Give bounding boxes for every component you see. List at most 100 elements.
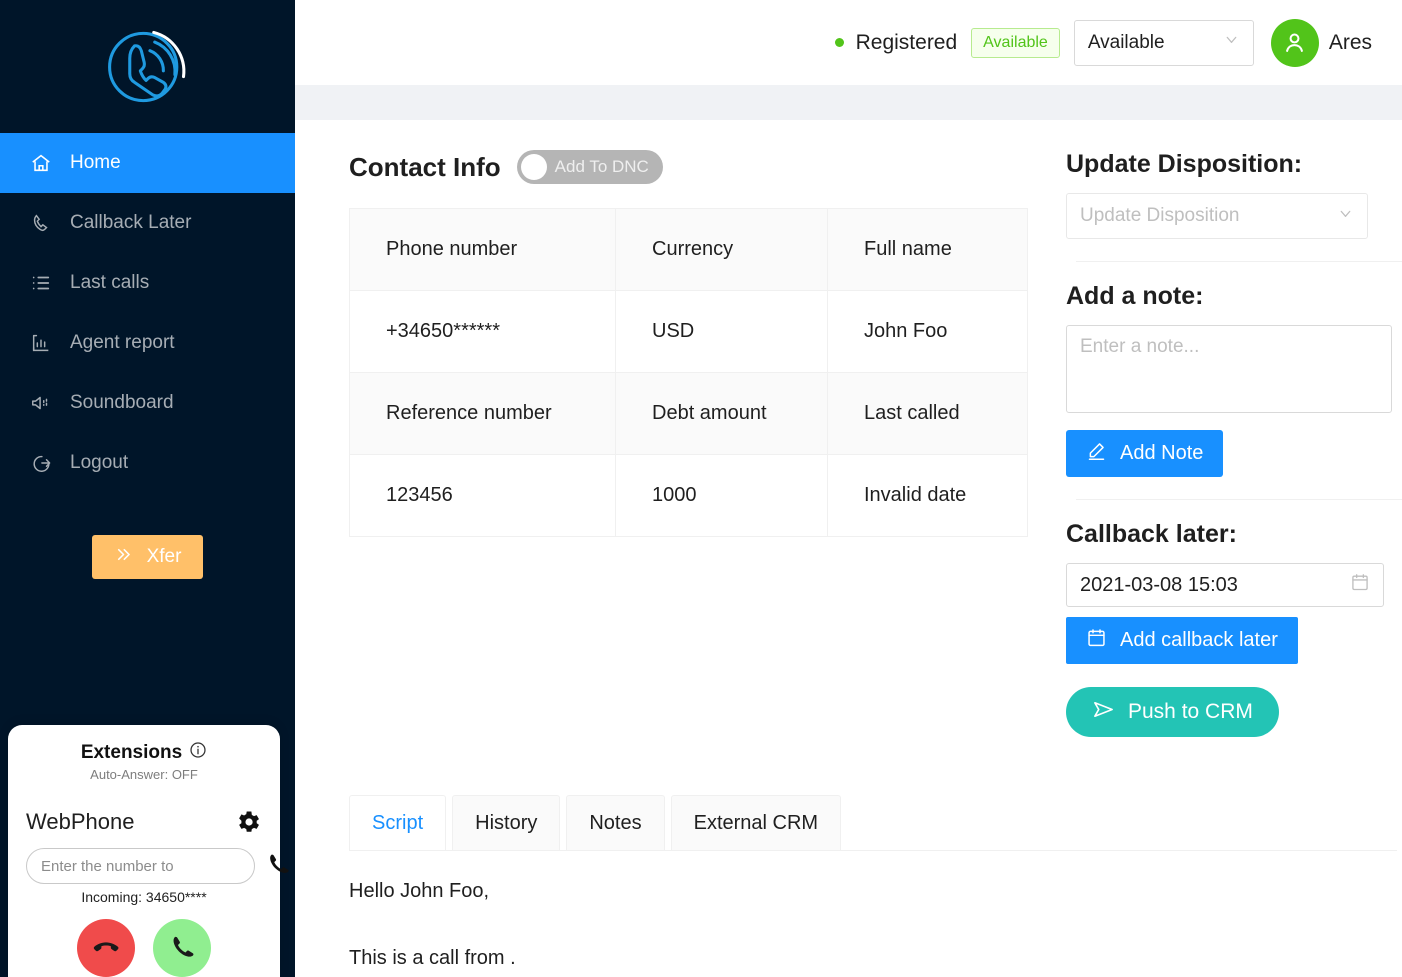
main-area: Registered Available Available Ares <box>295 0 1402 977</box>
chevron-down-icon <box>1223 31 1240 54</box>
note-input[interactable] <box>1066 325 1392 413</box>
xfer-button-label: Xfer <box>147 546 182 568</box>
table-row: Reference number Debt amount Last called <box>350 373 1028 455</box>
contact-column: Contact Info Add To DNC Phone number Cur… <box>317 150 1053 977</box>
add-note-title: Add a note: <box>1066 282 1402 311</box>
script-line: Hello John Foo, <box>349 881 1049 901</box>
webphone-header-row: WebPhone <box>26 808 262 836</box>
avatar[interactable] <box>1271 19 1319 67</box>
phone-answer-icon <box>168 933 196 964</box>
add-callback-later-button[interactable]: Add callback later <box>1066 617 1298 664</box>
sidebar-item-last-calls[interactable]: Last calls <box>0 253 295 313</box>
callback-datetime-input[interactable]: 2021-03-08 15:03 <box>1066 563 1384 607</box>
disposition-select-value: Update Disposition <box>1080 205 1239 227</box>
table-cell: 123456 <box>350 455 616 537</box>
toggle-knob <box>521 154 547 180</box>
speaker-icon <box>30 392 52 414</box>
hangup-button[interactable] <box>77 919 135 977</box>
push-to-crm-label: Push to CRM <box>1128 700 1253 724</box>
table-header-cell: Debt amount <box>616 373 828 455</box>
table-cell: Invalid date <box>828 455 1028 537</box>
app-root: Home Callback Later Last calls <box>0 0 1402 977</box>
webphone-call-actions <box>26 919 262 977</box>
contact-info-header: Contact Info Add To DNC <box>349 150 1053 184</box>
webphone-dial-row <box>26 848 262 884</box>
sidebar-item-agent-report[interactable]: Agent report <box>0 313 295 373</box>
sidebar-item-label: Home <box>70 152 121 174</box>
edit-pencil-icon <box>1086 440 1107 467</box>
tab-external-crm[interactable]: External CRM <box>671 795 841 850</box>
tab-script[interactable]: Script <box>349 795 446 850</box>
sidebar-item-callback-later[interactable]: Callback Later <box>0 193 295 253</box>
user-icon <box>1281 29 1308 56</box>
table-header-cell: Last called <box>828 373 1028 455</box>
add-note-button-label: Add Note <box>1120 442 1203 465</box>
bar-chart-icon <box>30 332 52 354</box>
gear-icon[interactable] <box>234 808 262 836</box>
sidebar-item-soundboard[interactable]: Soundboard <box>0 373 295 433</box>
sidebar-item-logout[interactable]: Logout <box>0 433 295 493</box>
double-chevron-right-icon <box>114 545 133 570</box>
incoming-number: Incoming: 34650**** <box>26 889 262 905</box>
answer-button[interactable] <box>153 919 211 977</box>
phone-waves-logo-icon <box>100 19 196 115</box>
add-callback-later-label: Add callback later <box>1120 629 1278 652</box>
contact-info-table: Phone number Currency Full name +34650**… <box>349 208 1028 537</box>
tab-bar: Script History Notes External CRM <box>349 795 1397 851</box>
tab-label: History <box>475 812 537 835</box>
calendar-icon <box>1350 572 1370 598</box>
availability-select[interactable]: Available <box>1074 20 1254 66</box>
user-name: Ares <box>1329 31 1372 55</box>
xfer-button[interactable]: Xfer <box>92 535 204 579</box>
tab-history[interactable]: History <box>452 795 560 850</box>
push-to-crm-button[interactable]: Push to CRM <box>1066 687 1279 737</box>
disposition-select[interactable]: Update Disposition <box>1066 193 1368 239</box>
table-header-cell: Full name <box>828 209 1028 291</box>
table-row: Phone number Currency Full name <box>350 209 1028 291</box>
app-logo <box>0 0 295 133</box>
chevron-down-icon <box>1337 205 1354 228</box>
script-content: Hello John Foo, This is a call from . <box>349 851 1049 968</box>
tabs-section: Script History Notes External CRM <box>349 795 1402 977</box>
add-to-dnc-toggle[interactable]: Add To DNC <box>517 150 663 184</box>
table-row: 123456 1000 Invalid date <box>350 455 1028 537</box>
page-title: Contact Info <box>349 152 501 183</box>
phone-hangup-icon <box>91 932 121 965</box>
send-icon <box>1092 698 1115 727</box>
sidebar-item-label: Agent report <box>70 332 175 354</box>
logout-icon <box>30 452 52 474</box>
table-header-cell: Currency <box>616 209 828 291</box>
sidebar-item-label: Callback Later <box>70 212 191 234</box>
xfer-container: Xfer <box>0 535 295 579</box>
page-background-strip <box>295 85 1402 120</box>
callback-later-title: Callback later: <box>1066 520 1402 549</box>
auto-answer-status: Auto-Answer: OFF <box>26 767 262 782</box>
phone-icon[interactable] <box>265 851 291 882</box>
calendar-icon <box>1086 627 1107 654</box>
sidebar-item-label: Last calls <box>70 272 149 294</box>
sidebar-nav: Home Callback Later Last calls <box>0 133 295 493</box>
registration-status-label: Registered <box>856 31 958 55</box>
webphone-name: WebPhone <box>26 809 134 835</box>
table-row: +34650****** USD John Foo <box>350 291 1028 373</box>
info-circle-icon[interactable] <box>189 741 207 765</box>
tab-label: Notes <box>589 812 641 835</box>
script-line: This is a call from . <box>349 948 1049 968</box>
sidebar-item-label: Logout <box>70 452 128 474</box>
availability-select-value: Available <box>1088 32 1165 54</box>
table-cell: 1000 <box>616 455 828 537</box>
add-note-button[interactable]: Add Note <box>1066 430 1223 477</box>
table-header-cell: Reference number <box>350 373 616 455</box>
sidebar-item-home[interactable]: Home <box>0 133 295 193</box>
tab-notes[interactable]: Notes <box>566 795 664 850</box>
callback-datetime-value: 2021-03-08 15:03 <box>1080 574 1238 597</box>
extensions-title: Extensions <box>26 741 262 765</box>
add-to-dnc-label: Add To DNC <box>555 157 649 177</box>
extensions-title-label: Extensions <box>81 742 182 764</box>
section-divider <box>1076 261 1402 262</box>
table-header-cell: Phone number <box>350 209 616 291</box>
sidebar: Home Callback Later Last calls <box>0 0 295 977</box>
table-cell: +34650****** <box>350 291 616 373</box>
dial-number-input[interactable] <box>26 848 255 884</box>
content-card: Contact Info Add To DNC Phone number Cur… <box>317 120 1402 977</box>
